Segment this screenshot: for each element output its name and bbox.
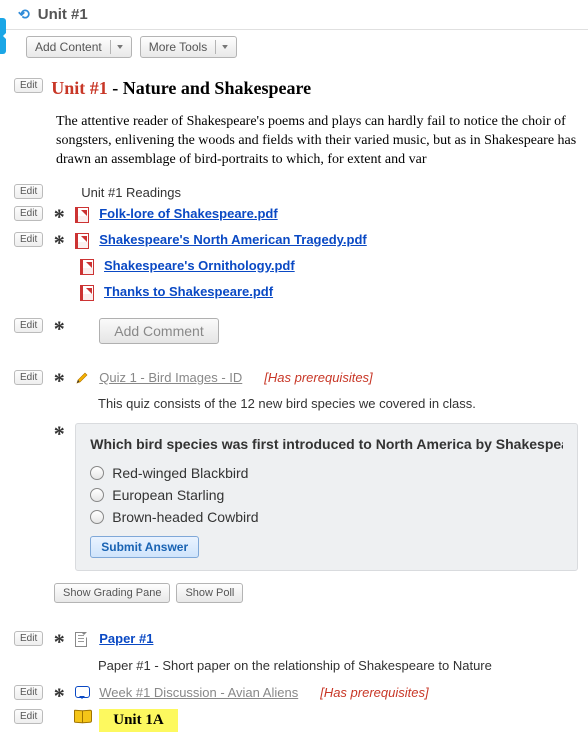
edit-button[interactable]: Edit	[14, 370, 43, 385]
refresh-icon[interactable]: ⟲	[18, 6, 30, 23]
chevron-down-icon	[222, 45, 228, 53]
question-panel: Which bird species was first introduced …	[75, 423, 578, 571]
star-icon: *	[51, 370, 67, 388]
unit-heading: Unit #1 - Nature and Shakespeare	[51, 78, 578, 99]
edit-button[interactable]: Edit	[14, 631, 43, 646]
readings-label: Unit #1 Readings	[81, 184, 181, 200]
pdf-icon	[75, 207, 89, 223]
edit-button[interactable]: Edit	[14, 184, 43, 199]
more-tools-label: More Tools	[149, 40, 207, 54]
edit-button[interactable]: Edit	[14, 78, 43, 93]
pencil-icon	[75, 371, 89, 385]
collapse-handle[interactable]	[0, 18, 6, 54]
question-option[interactable]: Red-winged Blackbird	[90, 462, 563, 484]
more-tools-button[interactable]: More Tools	[140, 36, 237, 58]
book-icon	[75, 710, 91, 722]
star-icon: *	[51, 232, 67, 250]
show-grading-button[interactable]: Show Grading Pane	[54, 583, 170, 603]
reading-link[interactable]: Thanks to Shakespeare.pdf	[104, 284, 273, 299]
option-label: Brown-headed Cowbird	[112, 509, 258, 525]
star-icon: *	[51, 206, 67, 224]
star-icon: *	[51, 318, 67, 336]
radio-icon[interactable]	[90, 488, 104, 502]
chevron-down-icon	[117, 45, 123, 53]
pdf-icon	[80, 259, 94, 275]
paper-description: Paper #1 - Short paper on the relationsh…	[0, 654, 588, 681]
reading-link[interactable]: Shakespeare's Ornithology.pdf	[104, 258, 295, 273]
reading-link[interactable]: Folk-lore of Shakespeare.pdf	[99, 206, 277, 221]
toolbar: Add Content More Tools	[0, 36, 588, 68]
question-option[interactable]: Brown-headed Cowbird	[90, 506, 563, 528]
paper-link[interactable]: Paper #1	[99, 631, 153, 646]
option-label: European Starling	[112, 487, 224, 503]
add-content-label: Add Content	[35, 40, 102, 54]
add-comment-button[interactable]: Add Comment	[99, 318, 218, 344]
intro-paragraph: The attentive reader of Shakespeare's po…	[0, 107, 588, 180]
edit-button[interactable]: Edit	[14, 206, 43, 221]
star-icon: *	[51, 423, 67, 441]
edit-button[interactable]: Edit	[14, 232, 43, 247]
star-icon: *	[51, 685, 67, 703]
radio-icon[interactable]	[90, 510, 104, 524]
add-content-button[interactable]: Add Content	[26, 36, 132, 58]
pdf-icon	[75, 233, 89, 249]
page-header: ⟲ Unit #1	[0, 6, 588, 30]
edit-button[interactable]: Edit	[14, 709, 43, 724]
option-label: Red-winged Blackbird	[112, 465, 248, 481]
paper-icon	[75, 632, 87, 647]
question-prompt: Which bird species was first introduced …	[90, 436, 563, 452]
star-icon: *	[51, 631, 67, 649]
chat-icon	[75, 686, 90, 698]
prereq-label: [Has prerequisites]	[264, 370, 372, 385]
quiz-description: This quiz consists of the 12 new bird sp…	[0, 392, 588, 419]
edit-button[interactable]: Edit	[14, 318, 43, 333]
show-poll-button[interactable]: Show Poll	[176, 583, 243, 603]
question-option[interactable]: European Starling	[90, 484, 563, 506]
sub-unit-label[interactable]: Unit 1A	[99, 709, 177, 732]
pdf-icon	[80, 285, 94, 301]
reading-link[interactable]: Shakespeare's North American Tragedy.pdf	[99, 232, 367, 247]
edit-button[interactable]: Edit	[14, 685, 43, 700]
submit-answer-button[interactable]: Submit Answer	[90, 536, 199, 558]
discussion-link[interactable]: Week #1 Discussion - Avian Aliens	[99, 685, 298, 700]
page-title: Unit #1	[38, 6, 88, 23]
prereq-label: [Has prerequisites]	[320, 685, 428, 700]
radio-icon[interactable]	[90, 466, 104, 480]
quiz-link[interactable]: Quiz 1 - Bird Images - ID	[99, 370, 242, 385]
